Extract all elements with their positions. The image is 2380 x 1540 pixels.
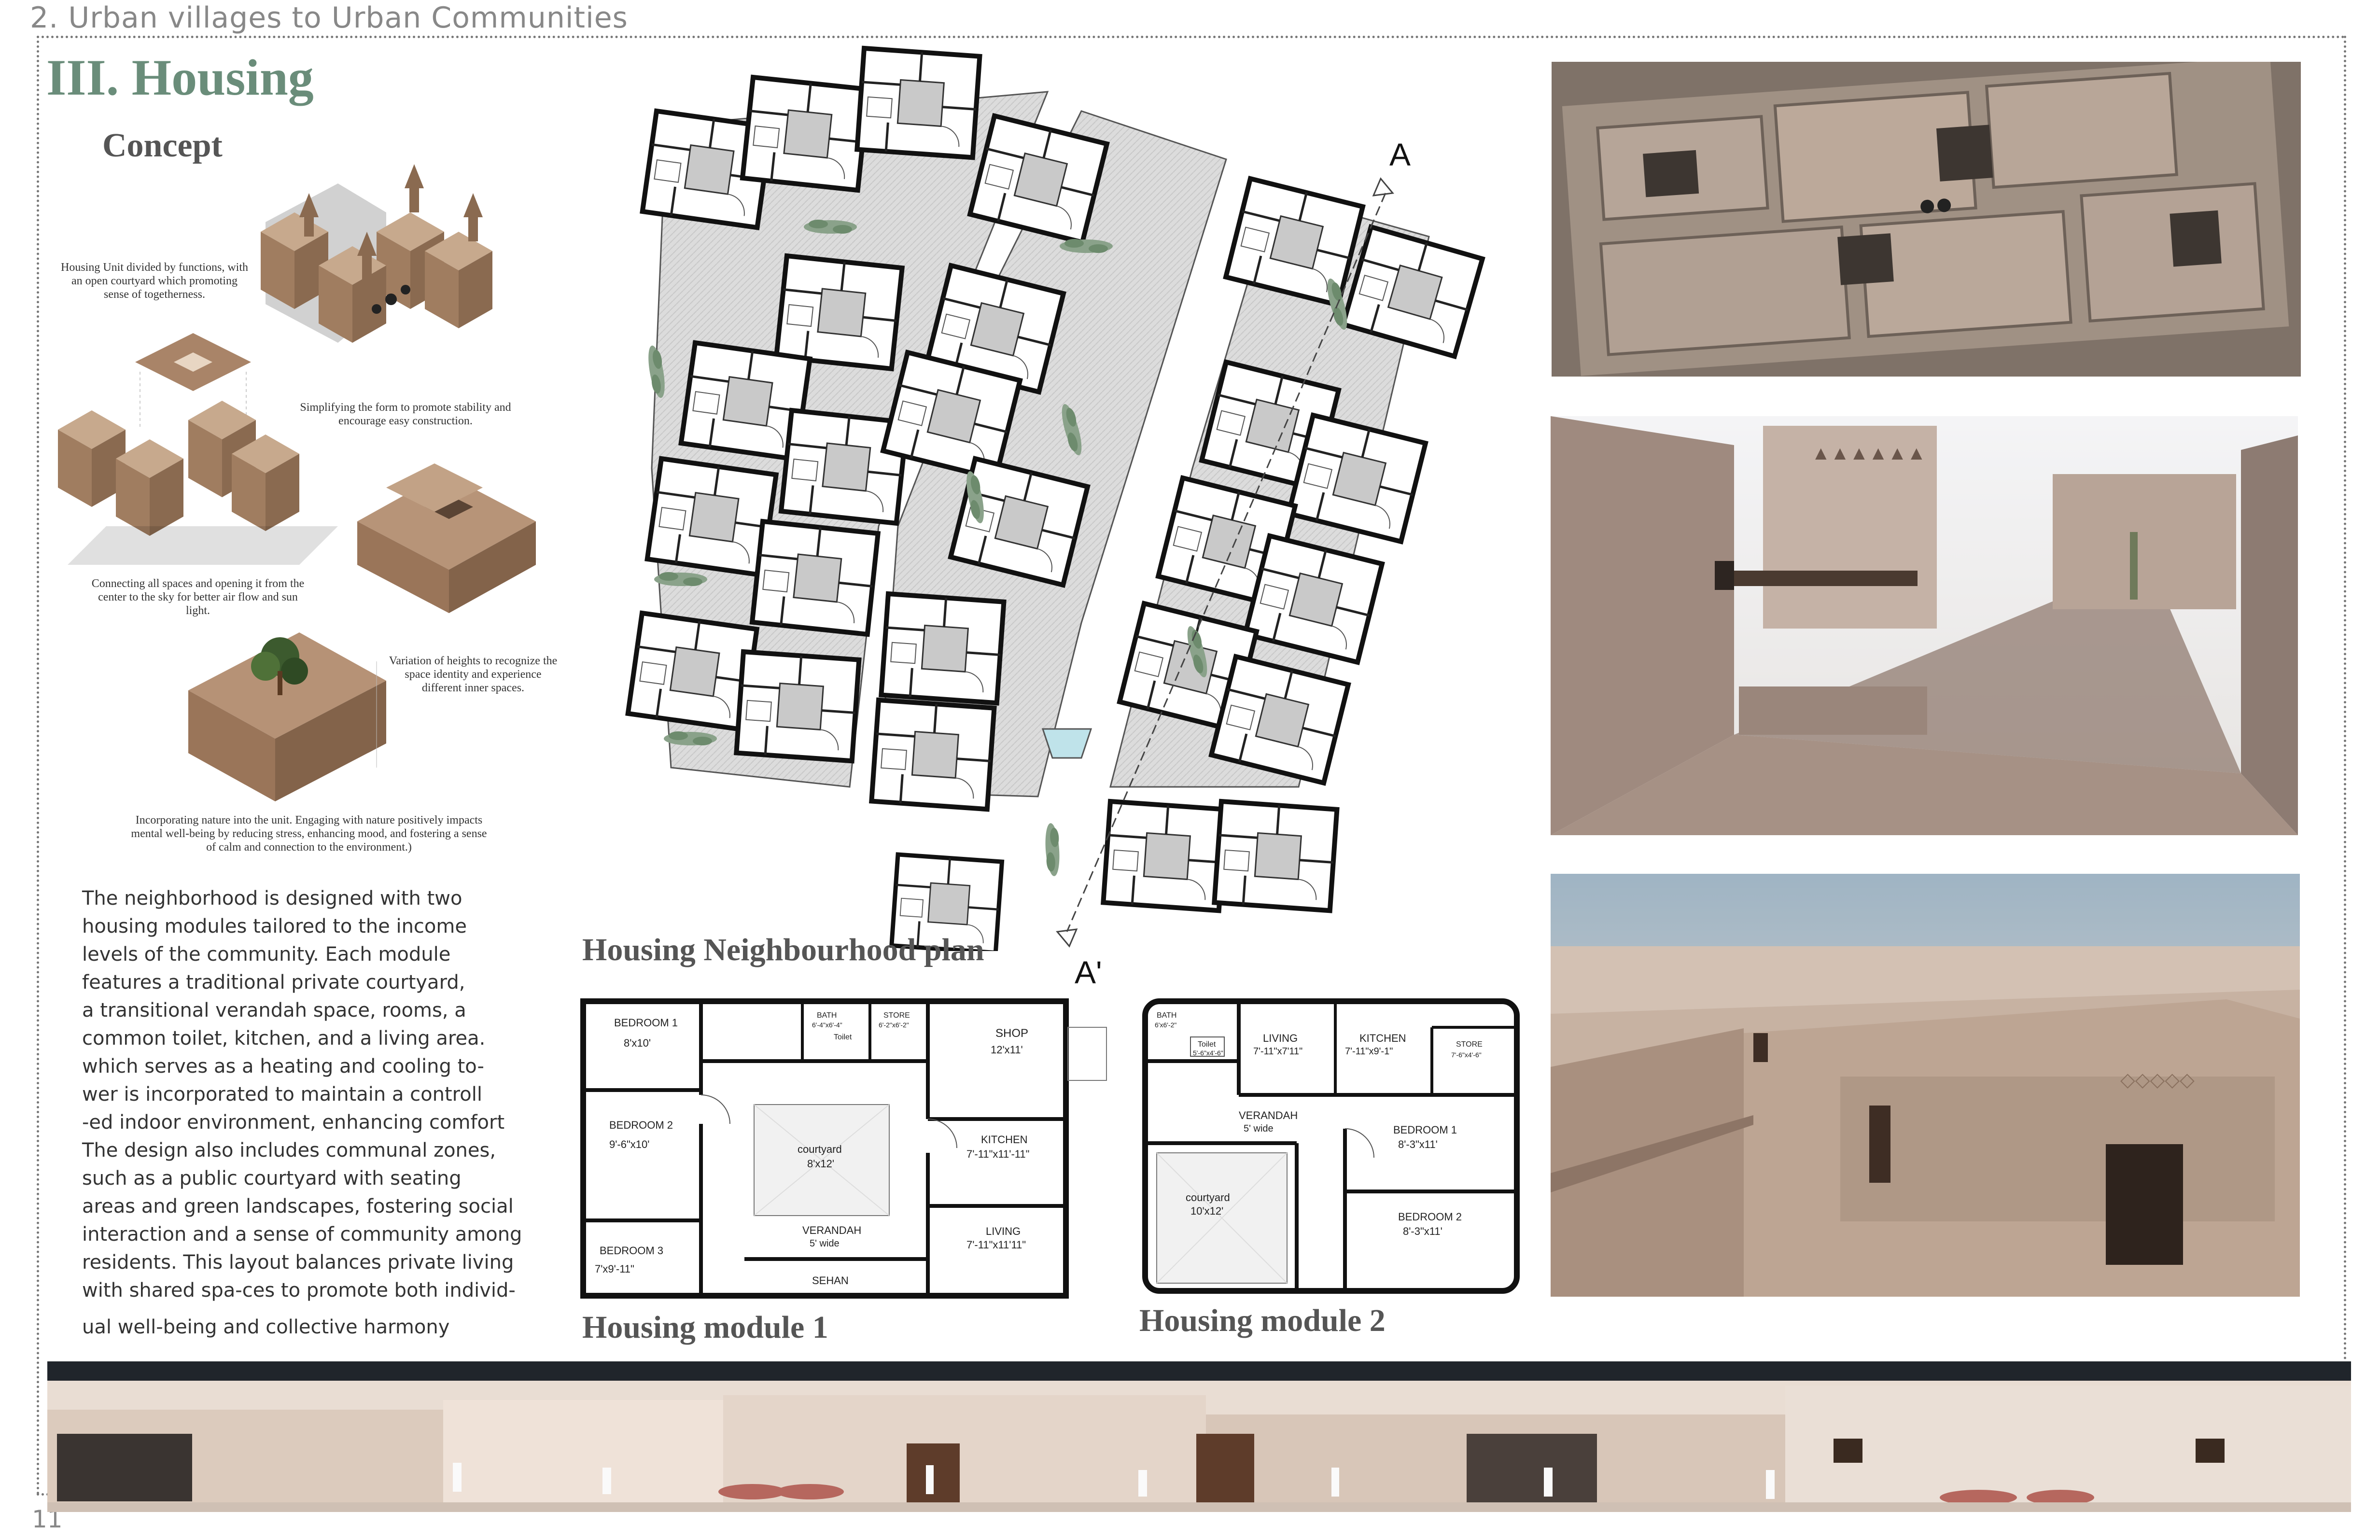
section-marker-a: A: [1389, 137, 1411, 172]
svg-text:STORE: STORE: [1456, 1040, 1483, 1049]
module2-title: Housing module 2: [1139, 1303, 1386, 1338]
svg-text:BATH: BATH: [817, 1011, 837, 1020]
neighbourhood-plan: [599, 34, 1516, 951]
svg-text:5' wide: 5' wide: [810, 1238, 840, 1249]
svg-text:▲▲▲▲▲▲: ▲▲▲▲▲▲: [1811, 443, 1926, 464]
description-line: which serves as a heating and cooling to…: [82, 1055, 484, 1078]
svg-text:VERANDAH: VERANDAH: [802, 1224, 861, 1236]
section-elevation: [47, 1361, 2351, 1512]
concept-courtyard-diagram: [58, 333, 338, 565]
description-line: wer is incorporated to maintain a contro…: [82, 1083, 482, 1106]
svg-text:BEDROOM 1: BEDROOM 1: [1393, 1124, 1457, 1136]
svg-text:Toilet: Toilet: [834, 1033, 852, 1041]
concept-divided-diagram: [261, 164, 492, 343]
svg-text:12'x11': 12'x11': [991, 1044, 1023, 1056]
section-marker-a-prime: A': [1075, 954, 1102, 990]
svg-text:7'-11"x9'-1": 7'-11"x9'-1": [1345, 1046, 1393, 1057]
render-rooftop-view: ◇◇◇◇◇: [1551, 874, 2300, 1297]
svg-text:9'-6"x10': 9'-6"x10': [609, 1138, 649, 1150]
svg-text:BATH: BATH: [1157, 1011, 1176, 1020]
svg-text:6'-2"x6'-2": 6'-2"x6'-2": [879, 1021, 909, 1029]
render-courtyard-view: ▲▲▲▲▲▲: [1551, 416, 2298, 835]
svg-text:6'x6'-2": 6'x6'-2": [1155, 1021, 1176, 1029]
description-line: areas and green landscapes, fostering so…: [82, 1195, 514, 1218]
concept-connected-diagram: [357, 463, 536, 613]
svg-text:VERANDAH: VERANDAH: [1239, 1109, 1298, 1121]
svg-text:7'-6"x4'-6": 7'-6"x4'-6": [1451, 1051, 1482, 1059]
module1-plan: BEDROOM 1 8'x10' BEDROOM 2 9'-6"x10' BED…: [580, 998, 1107, 1299]
description-line: The design also includes communal zones,: [82, 1139, 496, 1162]
svg-text:BEDROOM 1: BEDROOM 1: [614, 1017, 678, 1029]
description-line: interaction and a sense of community amo…: [82, 1223, 522, 1246]
svg-text:7'x9'-11": 7'x9'-11": [595, 1263, 634, 1275]
plan-title: Housing Neighbourhood plan: [582, 932, 984, 967]
svg-text:KITCHEN: KITCHEN: [981, 1134, 1028, 1146]
svg-text:BEDROOM 2: BEDROOM 2: [609, 1119, 673, 1131]
plan-water-feature: [1041, 728, 1092, 759]
caption-nature: Incorporating nature into the unit. Enga…: [131, 814, 487, 854]
description-line: such as a public courtyard with seating: [82, 1167, 462, 1190]
render-aerial-view: [1552, 62, 2301, 377]
svg-text:BEDROOM 2: BEDROOM 2: [1398, 1211, 1462, 1223]
module2-plan: BATH 6'x6'-2" Toilet 5'-6"x4'-6" LIVING …: [1142, 998, 1520, 1294]
module1-title: Housing module 1: [582, 1310, 828, 1345]
description-line: levels of the community. Each module: [82, 943, 451, 966]
svg-text:8'-3"x11': 8'-3"x11': [1398, 1138, 1438, 1150]
svg-text:5'-6"x4'-6": 5'-6"x4'-6": [1193, 1049, 1223, 1057]
svg-text:Toilet: Toilet: [1198, 1040, 1216, 1049]
svg-text:10'x12': 10'x12': [1190, 1205, 1223, 1217]
svg-text:8'-3"x11': 8'-3"x11': [1403, 1225, 1442, 1237]
svg-text:LIVING: LIVING: [986, 1225, 1021, 1237]
description-line: common toilet, kitchen, and a living are…: [82, 1027, 486, 1050]
section-arrow-icon: [1372, 177, 1394, 196]
description-line: with shared spa-ces to promote both indi…: [82, 1279, 516, 1302]
section-title: III. Housing: [46, 49, 314, 106]
svg-text:SHOP: SHOP: [995, 1027, 1028, 1040]
description-line: features a traditional private courtyard…: [82, 971, 465, 994]
svg-text:7'-11"x11'-11": 7'-11"x11'-11": [966, 1148, 1029, 1160]
description-line: -ed indoor environment, enhancing comfor…: [82, 1111, 505, 1134]
description-line: residents. This layout balances private …: [82, 1251, 514, 1274]
description-line: The neighborhood is designed with two: [82, 887, 462, 910]
svg-text:KITCHEN: KITCHEN: [1359, 1032, 1406, 1044]
svg-text:7'-11"x7'11": 7'-11"x7'11": [1253, 1046, 1302, 1057]
svg-text:courtyard: courtyard: [798, 1143, 842, 1155]
description-line: housing modules tailored to the income: [82, 915, 467, 938]
svg-text:courtyard: courtyard: [1186, 1191, 1230, 1204]
caption-connecting: Connecting all spaces and opening it fro…: [91, 577, 305, 617]
svg-text:7'-11"x11'11": 7'-11"x11'11": [966, 1239, 1026, 1251]
svg-text:BEDROOM 3: BEDROOM 3: [600, 1245, 663, 1257]
svg-text:◇◇◇◇◇: ◇◇◇◇◇: [2120, 1069, 2195, 1091]
svg-text:8'x12': 8'x12': [807, 1158, 834, 1170]
svg-text:STORE: STORE: [883, 1011, 910, 1020]
caption-unit-divided: Housing Unit divided by functions, with …: [61, 261, 248, 301]
svg-text:SEHAN: SEHAN: [812, 1274, 849, 1287]
description-text: The neighborhood is designed with two ho…: [82, 884, 522, 1341]
running-head: 2. Urban villages to Urban Communities: [30, 1, 628, 35]
svg-text:5' wide: 5' wide: [1244, 1123, 1274, 1134]
svg-text:LIVING: LIVING: [1263, 1032, 1298, 1044]
section-arrow-icon: [1056, 928, 1078, 948]
svg-text:6'-4"x6'-4": 6'-4"x6'-4": [812, 1021, 842, 1029]
caption-heights: Variation of heights to recognize the sp…: [389, 655, 558, 694]
caption-simplify: Simplifying the form to promote stabilit…: [300, 401, 511, 427]
description-line: ual well-being and collective harmony: [82, 1316, 450, 1338]
svg-text:8'x10': 8'x10': [624, 1037, 651, 1049]
concept-nature-diagram: [188, 632, 386, 801]
description-line: a transitional verandah space, rooms, a: [82, 999, 466, 1022]
